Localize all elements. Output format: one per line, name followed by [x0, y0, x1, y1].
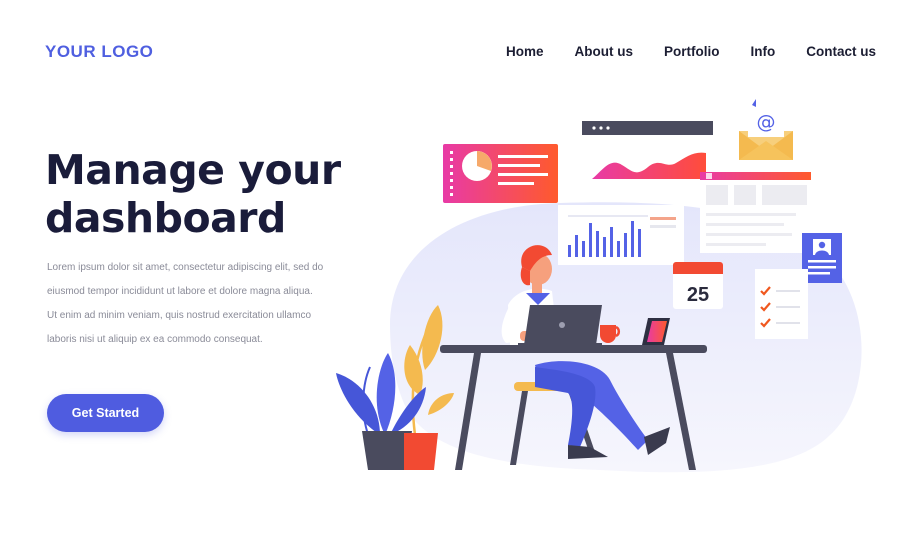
hero-description-line: eiusmod tempor incididunt ut labore et d… [47, 286, 313, 297]
nav-about-us[interactable]: About us [574, 44, 633, 59]
svg-text:25: 25 [687, 284, 709, 306]
checklist [755, 269, 808, 339]
hero-headline-line-1: Manage your [45, 146, 341, 194]
email-icon: @ [739, 99, 793, 160]
hero-illustration: @ 25 [336, 99, 862, 473]
hero-headline: Manage your dashboard [45, 146, 365, 242]
nav-portfolio[interactable]: Portfolio [664, 44, 720, 59]
hero-description-line: laboris nisi ut aliquip ex ea commodo co… [47, 334, 263, 345]
wave-chart [592, 152, 706, 179]
nav-info[interactable]: Info [750, 44, 775, 59]
hero-description: Lorem ipsum dolor sit amet, consectetur … [47, 262, 347, 358]
svg-text:@: @ [757, 111, 776, 133]
get-started-button[interactable]: Get Started [47, 394, 164, 432]
nav-home[interactable]: Home [506, 44, 544, 59]
laptop [518, 305, 602, 347]
hero-description-line: Lorem ipsum dolor sit amet, consectetur … [47, 262, 324, 273]
calendar-icon: 25 [673, 262, 723, 309]
hero-description-line: Ut enim ad minim veniam, quis nostrud ex… [47, 310, 311, 321]
main-nav: Home About us Portfolio Info Contact us [475, 44, 876, 59]
nav-contact-us[interactable]: Contact us [806, 44, 876, 59]
hero-headline-line-2: dashboard [45, 194, 286, 242]
logo[interactable]: YOUR LOGO [45, 42, 153, 62]
